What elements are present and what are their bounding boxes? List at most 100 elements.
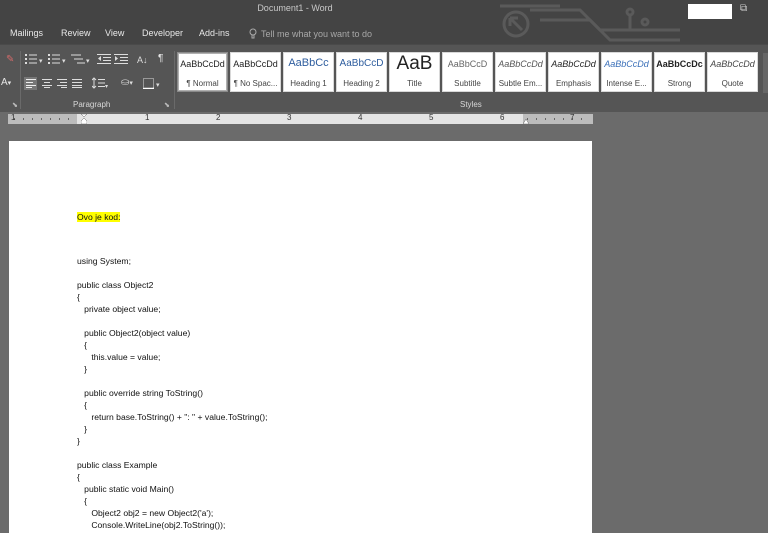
tab-developer[interactable]: Developer xyxy=(142,28,183,38)
font-dialog-launcher-icon[interactable]: ⬊ xyxy=(12,101,18,109)
style-name: Subtitle xyxy=(454,79,481,88)
line-spacing-icon[interactable]: ▾ xyxy=(92,77,110,89)
ruler-tick xyxy=(50,118,51,120)
ruler-tick xyxy=(41,118,42,120)
shading-icon[interactable]: ⛀▾ xyxy=(121,77,133,90)
justify-icon[interactable] xyxy=(72,79,82,88)
highlighted-text: Ovo je kod: xyxy=(77,212,121,222)
styles-gallery-scrollbar[interactable] xyxy=(763,53,768,93)
doc-line: public class Example xyxy=(77,460,158,470)
style-name: Title xyxy=(407,79,422,88)
ruler-tick xyxy=(545,118,546,120)
ruler-tick xyxy=(554,118,555,120)
style-sample: AaB xyxy=(396,53,433,74)
style-heading-1[interactable]: AaBbCc Heading 1 xyxy=(283,52,334,92)
bullets-icon[interactable]: ▾ xyxy=(25,53,45,65)
ruler-bar: 1 1 2 3 4 5 6 7 xyxy=(0,112,768,126)
doc-line: public override string ToString() xyxy=(77,388,203,398)
ruler-tick xyxy=(581,118,582,120)
ruler-text-area xyxy=(77,114,523,124)
clear-formatting-icon[interactable]: ✎ xyxy=(6,54,14,66)
style-subtle-emphasis[interactable]: AaBbCcDd Subtle Em... xyxy=(495,52,546,92)
tell-me-search[interactable]: Tell me what you want to do xyxy=(249,28,372,39)
doc-line: public static void Main() xyxy=(77,484,174,494)
paragraph-group-label: Paragraph xyxy=(73,100,111,109)
font-color-button[interactable]: A▾ xyxy=(1,77,11,90)
paragraph-dialog-launcher-icon[interactable]: ⬊ xyxy=(164,101,170,109)
ruler-tick xyxy=(68,118,69,120)
style-emphasis[interactable]: AaBbCcDd Emphasis xyxy=(548,52,599,92)
style-sample: AaBbCcDd xyxy=(551,59,596,69)
align-right-icon[interactable] xyxy=(57,79,67,88)
account-box[interactable] xyxy=(688,4,732,19)
style-subtitle[interactable]: AaBbCcD Subtitle xyxy=(442,52,493,92)
style-name: Quote xyxy=(721,79,744,88)
style-title[interactable]: AaB Title xyxy=(389,52,440,92)
indent-marker-icon[interactable] xyxy=(81,114,87,124)
style-no-spacing[interactable]: AaBbCcDd ¶ No Spac... xyxy=(230,52,281,92)
restore-window-icon[interactable]: ⧉ xyxy=(740,3,747,14)
ruler-number: 4 xyxy=(358,113,363,122)
show-hide-marks-button[interactable]: ¶ xyxy=(158,53,163,65)
doc-line: } xyxy=(77,364,88,374)
document-page[interactable]: Ovo je kod: using System; public class O… xyxy=(9,141,592,533)
doc-line: public Object2(object value) xyxy=(77,328,191,338)
numbering-icon[interactable]: ▾ xyxy=(48,53,68,65)
doc-line: Object2 obj2 = new Object2('a'); xyxy=(77,508,214,518)
style-sample: AaBbCcDd xyxy=(604,59,649,69)
doc-line: { xyxy=(77,496,88,506)
group-separator xyxy=(174,51,175,109)
tab-review[interactable]: Review xyxy=(61,28,91,38)
style-heading-2[interactable]: AaBbCcD Heading 2 xyxy=(336,52,387,92)
right-indent-marker-icon[interactable] xyxy=(523,117,529,124)
style-sample: AaBbCcDd xyxy=(180,59,225,69)
doc-line: { xyxy=(77,340,88,350)
title-bar: Document1 - Word ⧉ Mailings Review View … xyxy=(0,0,768,44)
style-sample: AaBbCcDd xyxy=(710,59,755,69)
borders-icon[interactable]: ▾ xyxy=(143,78,163,89)
group-separator xyxy=(20,51,21,109)
tab-add-ins[interactable]: Add-ins xyxy=(199,28,230,38)
decrease-indent-icon[interactable] xyxy=(97,53,111,65)
ruler-number: 2 xyxy=(216,113,221,122)
svg-text:▾: ▾ xyxy=(39,58,43,65)
paragraph-mark-glyph: ¶ xyxy=(158,53,164,64)
ruler-number: 5 xyxy=(429,113,434,122)
svg-text:▾: ▾ xyxy=(156,82,160,89)
ruler-number: 1 xyxy=(11,113,16,122)
style-name: Heading 1 xyxy=(290,79,327,88)
style-name: ¶ Normal xyxy=(186,79,219,88)
ruler-tick xyxy=(563,118,564,120)
ruler-number: 3 xyxy=(287,113,292,122)
style-intense-emphasis[interactable]: AaBbCcDd Intense E... xyxy=(601,52,652,92)
sort-icon[interactable]: A↓ xyxy=(137,54,148,66)
doc-line: this.value = value; xyxy=(77,352,161,362)
style-name: Strong xyxy=(667,79,692,88)
tab-mailings[interactable]: Mailings xyxy=(10,28,43,38)
doc-line: Console.WriteLine(obj2.ToString()); xyxy=(77,520,226,530)
doc-line: private object value; xyxy=(77,304,161,314)
tab-view[interactable]: View xyxy=(105,28,124,38)
style-quote[interactable]: AaBbCcDd Quote xyxy=(707,52,758,92)
multilevel-list-icon[interactable]: ▾ xyxy=(71,53,93,65)
doc-line: } xyxy=(77,424,88,434)
font-color-glyph: A xyxy=(1,77,8,88)
styles-gallery: AaBbCcDd ¶ Normal AaBbCcDd ¶ No Spac... … xyxy=(177,52,758,92)
increase-indent-icon[interactable] xyxy=(114,53,128,65)
style-strong[interactable]: AaBbCcDc Strong xyxy=(654,52,705,92)
ruler-number: 7 xyxy=(570,113,575,122)
style-normal[interactable]: AaBbCcDd ¶ Normal xyxy=(177,52,228,92)
doc-line: using System; xyxy=(77,256,131,266)
style-sample: AaBbCc xyxy=(288,57,329,69)
horizontal-ruler[interactable]: 1 1 2 3 4 5 6 7 xyxy=(8,113,593,124)
ruler-tick xyxy=(23,118,24,120)
style-sample: AaBbCcD xyxy=(339,58,384,69)
svg-text:▾: ▾ xyxy=(86,58,90,65)
doc-line: { xyxy=(77,472,80,482)
align-center-icon[interactable] xyxy=(42,79,52,88)
tell-me-placeholder: Tell me what you want to do xyxy=(261,28,373,39)
ribbon-home: ✎ A▾ ▾ ▾ ▾ A↓ ¶ ▾ ⛀▾ ▾ ⬊ Paragraph ⬊ AaB… xyxy=(0,44,768,112)
svg-text:▾: ▾ xyxy=(105,84,108,89)
ruler-number: 1 xyxy=(145,113,150,122)
style-sample: AaBbCcDd xyxy=(498,59,543,69)
